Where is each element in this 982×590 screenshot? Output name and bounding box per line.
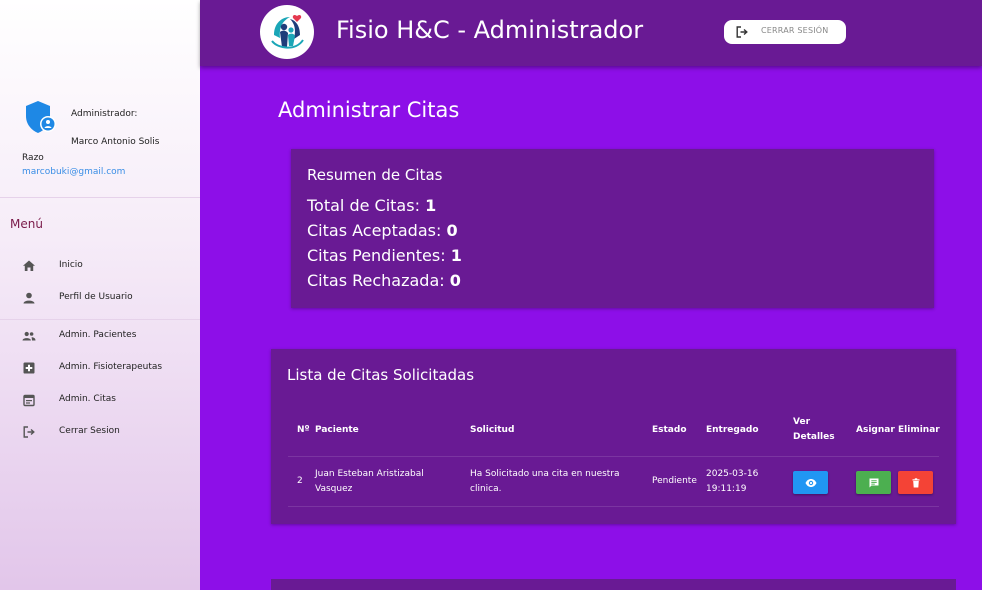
cell-solicitud: Ha Solicitado una cita en nuestra clinic… xyxy=(470,469,620,494)
logout-label: CERRAR SESIÓN xyxy=(761,26,829,35)
logout-icon xyxy=(23,426,35,438)
person-icon xyxy=(23,292,35,304)
list-title: Lista de Citas Solicitadas xyxy=(287,366,475,384)
logout-icon xyxy=(736,26,748,38)
sidebar-item-label: Cerrar Sesion xyxy=(59,426,120,436)
header-divider xyxy=(288,456,939,457)
page-title: Administrar Citas xyxy=(278,98,460,122)
cell-estado: Pendiente xyxy=(652,476,697,486)
app-logo xyxy=(260,5,314,59)
column-header-num: Nº xyxy=(297,425,310,435)
home-icon xyxy=(23,260,35,271)
column-header-eliminar: Eliminar xyxy=(898,425,940,435)
logout-button[interactable]: CERRAR SESIÓN xyxy=(724,20,846,44)
sidebar-item-perfil[interactable]: Perfil de Usuario xyxy=(0,284,200,312)
message-icon xyxy=(869,478,878,487)
sidebar-item-citas[interactable]: Admin. Citas xyxy=(0,386,200,414)
group-icon xyxy=(22,331,36,341)
sidebar-item-label: Admin. Pacientes xyxy=(59,330,137,340)
sidebar-item-pacientes[interactable]: Admin. Pacientes xyxy=(0,322,200,350)
summary-title: Resumen de Citas xyxy=(307,166,443,184)
sidebar: Administrador: Marco Antonio Solis Razo … xyxy=(0,0,200,590)
sidebar-item-label: Admin. Citas xyxy=(59,394,116,404)
cell-num: 2 xyxy=(297,476,303,486)
view-details-button[interactable] xyxy=(793,471,828,494)
cell-entregado: 2025-03-16 19:11:19 xyxy=(706,469,759,494)
appointments-list-card: Lista de Citas Solicitadas Nº Paciente S… xyxy=(271,349,956,524)
app-title: Fisio H&C - Administrador xyxy=(336,16,644,44)
trash-icon xyxy=(912,477,919,487)
calendar-icon xyxy=(23,394,35,407)
user-profile: Administrador: Marco Antonio Solis Razo … xyxy=(0,92,200,198)
admin-shield-icon xyxy=(26,101,56,133)
summary-card: Resumen de Citas Total de Citas: 1 Citas… xyxy=(291,149,934,308)
column-header-entregado: Entregado xyxy=(706,425,759,435)
user-email: marcobuki@gmail.com xyxy=(22,167,126,177)
assign-button[interactable] xyxy=(856,471,891,494)
eye-icon xyxy=(805,478,816,487)
stat-total: Total de Citas: 1 xyxy=(307,196,437,215)
column-header-paciente: Paciente xyxy=(315,425,359,435)
nav-divider xyxy=(0,319,200,320)
top-header: Fisio H&C - Administrador CERRAR SESIÓN xyxy=(200,0,982,66)
cell-paciente: Juan Esteban Aristizabal Vasquez xyxy=(315,469,424,494)
menu-title: Menú xyxy=(10,217,43,231)
sidebar-item-label: Admin. Fisioterapeutas xyxy=(59,362,163,372)
role-label: Administrador: xyxy=(71,109,138,119)
row-divider xyxy=(288,506,939,507)
column-header-estado: Estado xyxy=(652,425,687,435)
sidebar-item-cerrar-sesion[interactable]: Cerrar Sesion xyxy=(0,418,200,446)
sidebar-item-label: Inicio xyxy=(59,260,83,270)
app-logo-graphic xyxy=(263,8,311,56)
user-name: Marco Antonio Solis Razo xyxy=(22,137,160,163)
column-header-solicitud: Solicitud xyxy=(470,425,515,435)
delete-button[interactable] xyxy=(898,471,933,494)
column-header-asignar: Asignar xyxy=(856,425,895,435)
stat-rechazadas: Citas Rechazada: 0 xyxy=(307,271,461,290)
stat-aceptadas: Citas Aceptadas: 0 xyxy=(307,221,458,240)
additional-card xyxy=(271,579,956,590)
sidebar-item-fisioterapeutas[interactable]: Admin. Fisioterapeutas xyxy=(0,354,200,382)
stat-pendientes: Citas Pendientes: 1 xyxy=(307,246,462,265)
sidebar-item-inicio[interactable]: Inicio xyxy=(0,252,200,280)
medical-plus-icon xyxy=(23,362,35,374)
sidebar-item-label: Perfil de Usuario xyxy=(59,292,133,302)
column-header-ver-detalles: Ver Detalles xyxy=(793,417,835,442)
